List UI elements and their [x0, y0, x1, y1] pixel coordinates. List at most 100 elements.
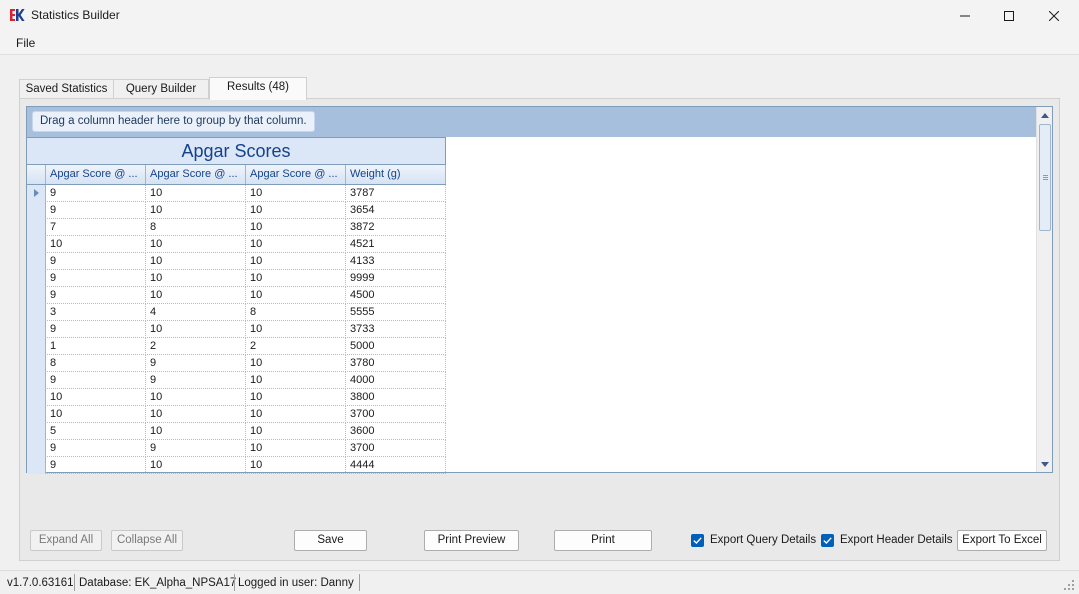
table-row[interactable]: 5 10 10 3600: [27, 423, 446, 440]
export-query-details-checkbox[interactable]: [691, 534, 704, 547]
row-selector[interactable]: [27, 423, 46, 440]
table-cell[interactable]: 9: [146, 355, 246, 372]
table-row[interactable]: 9 10 10 4444: [27, 457, 446, 474]
table-cell[interactable]: 10: [146, 389, 246, 406]
close-button[interactable]: [1031, 0, 1077, 31]
column-header-weight[interactable]: Weight (g): [346, 165, 446, 184]
table-cell[interactable]: 8: [46, 355, 146, 372]
table-cell[interactable]: 10: [246, 287, 346, 304]
menu-file[interactable]: File: [16, 36, 35, 50]
row-selector[interactable]: [27, 355, 46, 372]
table-cell[interactable]: 10: [146, 423, 246, 440]
table-cell[interactable]: 10: [146, 202, 246, 219]
table-cell[interactable]: 10: [146, 185, 246, 202]
table-cell[interactable]: 10: [46, 389, 146, 406]
print-button[interactable]: Print: [554, 530, 652, 551]
table-cell[interactable]: 10: [46, 236, 146, 253]
table-cell[interactable]: 3: [46, 304, 146, 321]
table-cell[interactable]: 10: [146, 406, 246, 423]
table-cell[interactable]: 10: [246, 236, 346, 253]
table-cell[interactable]: 3700: [346, 440, 446, 457]
row-selector[interactable]: [27, 372, 46, 389]
column-header-apgar-3[interactable]: Apgar Score @ ...: [246, 165, 346, 184]
row-selector[interactable]: [27, 406, 46, 423]
table-cell[interactable]: 5: [46, 423, 146, 440]
table-cell[interactable]: 3780: [346, 355, 446, 372]
group-by-panel[interactable]: Drag a column header here to group by th…: [27, 107, 1036, 137]
table-cell[interactable]: 4133: [346, 253, 446, 270]
maximize-button[interactable]: [986, 0, 1032, 31]
vertical-scrollbar[interactable]: [1036, 107, 1052, 472]
row-selector[interactable]: [27, 202, 46, 219]
table-row[interactable]: 9 10 10 3654: [27, 202, 446, 219]
row-selector[interactable]: [27, 219, 46, 236]
table-row[interactable]: 9 9 10 4000: [27, 372, 446, 389]
table-cell[interactable]: 10: [46, 406, 146, 423]
table-row[interactable]: 7 8 10 3872: [27, 219, 446, 236]
column-header-apgar-1[interactable]: Apgar Score @ ...: [46, 165, 146, 184]
table-cell[interactable]: 10: [246, 423, 346, 440]
table-cell[interactable]: 3800: [346, 389, 446, 406]
collapse-all-button[interactable]: Collapse All: [111, 530, 183, 551]
table-cell[interactable]: 9: [146, 372, 246, 389]
table-cell[interactable]: 3733: [346, 321, 446, 338]
table-cell[interactable]: 10: [246, 372, 346, 389]
table-cell[interactable]: 9: [46, 372, 146, 389]
print-preview-button[interactable]: Print Preview: [424, 530, 519, 551]
table-cell[interactable]: 5555: [346, 304, 446, 321]
table-cell[interactable]: 3654: [346, 202, 446, 219]
table-cell[interactable]: 10: [246, 321, 346, 338]
table-row[interactable]: 9 9 10 3700: [27, 440, 446, 457]
row-selector[interactable]: [27, 287, 46, 304]
table-cell[interactable]: 10: [246, 389, 346, 406]
row-selector[interactable]: [27, 440, 46, 457]
table-cell[interactable]: 10: [246, 270, 346, 287]
table-cell[interactable]: 10: [246, 202, 346, 219]
scroll-up-button[interactable]: [1037, 107, 1053, 123]
export-header-details-label[interactable]: Export Header Details: [840, 534, 953, 546]
table-cell[interactable]: 10: [146, 457, 246, 474]
table-row[interactable]: 10 10 10 3700: [27, 406, 446, 423]
table-cell[interactable]: 9: [46, 253, 146, 270]
row-selector-header[interactable]: [27, 165, 46, 184]
table-cell[interactable]: 9: [46, 321, 146, 338]
table-row[interactable]: 10 10 10 3800: [27, 389, 446, 406]
table-cell[interactable]: 3872: [346, 219, 446, 236]
table-cell[interactable]: 4000: [346, 372, 446, 389]
row-selector[interactable]: [27, 321, 46, 338]
tab-query-builder[interactable]: Query Builder: [113, 79, 209, 99]
table-cell[interactable]: 2: [146, 338, 246, 355]
band-header-apgar-scores[interactable]: Apgar Scores: [27, 137, 446, 165]
table-row[interactable]: 1 2 2 5000: [27, 338, 446, 355]
table-row[interactable]: 9 10 10 4133: [27, 253, 446, 270]
table-row[interactable]: 10 10 10 4521: [27, 236, 446, 253]
table-cell[interactable]: 5000: [346, 338, 446, 355]
table-cell[interactable]: 10: [146, 253, 246, 270]
table-cell[interactable]: 9999: [346, 270, 446, 287]
tab-results[interactable]: Results (48): [209, 77, 307, 100]
table-row[interactable]: 9 10 10 3733: [27, 321, 446, 338]
table-cell[interactable]: 10: [246, 253, 346, 270]
table-cell[interactable]: 10: [246, 440, 346, 457]
table-cell[interactable]: 9: [46, 457, 146, 474]
expand-all-button[interactable]: Expand All: [30, 530, 102, 551]
table-cell[interactable]: 10: [246, 457, 346, 474]
table-cell[interactable]: 9: [46, 270, 146, 287]
scroll-thumb[interactable]: [1039, 124, 1051, 231]
table-cell[interactable]: 10: [246, 219, 346, 236]
table-cell[interactable]: 1: [46, 338, 146, 355]
tab-saved-statistics[interactable]: Saved Statistics: [19, 79, 114, 99]
table-row[interactable]: 9 10 10 3787: [27, 185, 446, 202]
row-selector[interactable]: [27, 253, 46, 270]
table-cell[interactable]: 9: [46, 202, 146, 219]
row-selector[interactable]: [27, 270, 46, 287]
table-row[interactable]: 3 4 8 5555: [27, 304, 446, 321]
save-button[interactable]: Save: [294, 530, 367, 551]
column-header-apgar-2[interactable]: Apgar Score @ ...: [146, 165, 246, 184]
table-cell[interactable]: 10: [246, 185, 346, 202]
table-cell[interactable]: 8: [246, 304, 346, 321]
row-selector[interactable]: [27, 389, 46, 406]
export-query-details-label[interactable]: Export Query Details: [710, 534, 816, 546]
table-cell[interactable]: 9: [46, 287, 146, 304]
table-cell[interactable]: 10: [146, 287, 246, 304]
